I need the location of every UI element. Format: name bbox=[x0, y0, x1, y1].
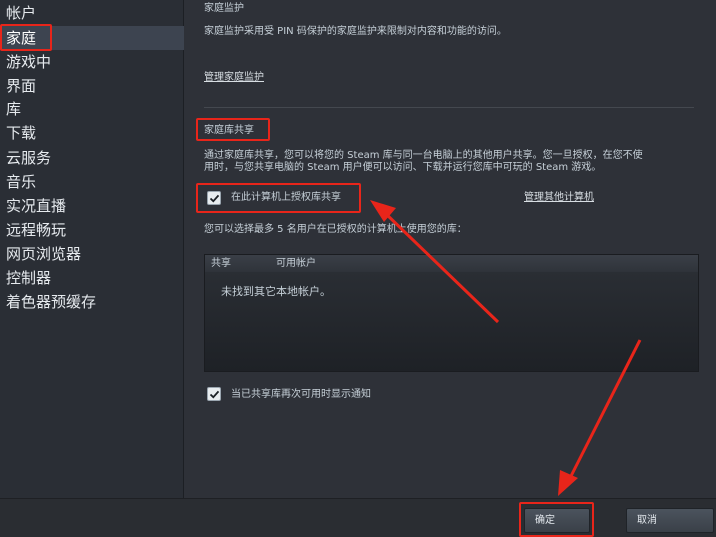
checkmark-icon bbox=[209, 390, 220, 399]
family-view-title: 家庭监护 bbox=[204, 3, 244, 14]
sidebar-item-interface[interactable]: 界面 bbox=[6, 74, 182, 98]
notify-label[interactable]: 当已共享库再次可用时显示通知 bbox=[231, 389, 371, 401]
table-header: 共享 可用帐户 bbox=[205, 255, 698, 272]
sidebar-item-downloads[interactable]: 下载 bbox=[6, 121, 182, 145]
section-divider bbox=[204, 107, 694, 108]
shared-accounts-table: 共享 可用帐户 未找到其它本地帐户。 bbox=[204, 254, 699, 372]
sidebar-item-account[interactable]: 帐户 bbox=[6, 1, 182, 25]
annotation-box-authorize bbox=[196, 183, 361, 213]
sidebar-item-shader-cache[interactable]: 着色器预缓存 bbox=[6, 290, 182, 314]
sidebar-item-broadcasting[interactable]: 实况直播 bbox=[6, 194, 182, 218]
manage-other-computers-link[interactable]: 管理其他计算机 bbox=[524, 192, 594, 204]
empty-accounts-message: 未找到其它本地帐户。 bbox=[221, 285, 331, 298]
sidebar-item-controller[interactable]: 控制器 bbox=[6, 266, 182, 290]
library-sharing-description-1: 通过家庭库共享，您可以将您的 Steam 库与同一台电脑上的其他用户共享。您一旦… bbox=[204, 150, 643, 161]
cancel-button[interactable]: 取消 bbox=[626, 508, 714, 533]
select-users-hint: 您可以选择最多 5 名用户在已授权的计算机上使用您的库： bbox=[204, 224, 467, 235]
sidebar-item-library[interactable]: 库 bbox=[6, 97, 182, 121]
sidebar-item-music[interactable]: 音乐 bbox=[6, 170, 182, 194]
manage-family-view-link[interactable]: 管理家庭监护 bbox=[204, 72, 264, 84]
annotation-box-library-sharing bbox=[196, 118, 270, 141]
dialog-footer: 确定 取消 bbox=[0, 498, 716, 537]
annotation-box-ok bbox=[519, 502, 594, 537]
column-accounts[interactable]: 可用帐户 bbox=[276, 258, 316, 270]
column-share[interactable]: 共享 bbox=[211, 258, 231, 270]
library-sharing-description-2: 用时，与您共享电脑的 Steam 用户便可以访问、下载并运行您库中可玩的 Ste… bbox=[204, 162, 602, 173]
notify-checkbox[interactable] bbox=[207, 387, 221, 401]
sidebar-item-in-game[interactable]: 游戏中 bbox=[6, 50, 182, 74]
family-settings-panel: 家庭监护 家庭监护采用受 PIN 码保护的家庭监护来限制对内容和功能的访问。 管… bbox=[185, 0, 716, 498]
annotation-box-family bbox=[0, 24, 52, 51]
sidebar-item-web-browser[interactable]: 网页浏览器 bbox=[6, 242, 182, 266]
sidebar-item-remote-play[interactable]: 远程畅玩 bbox=[6, 218, 182, 242]
settings-sidebar: 帐户 家庭 游戏中 界面 库 下载 云服务 音乐 实况直播 远程畅玩 网页浏览器… bbox=[0, 0, 184, 498]
sidebar-item-cloud[interactable]: 云服务 bbox=[6, 146, 182, 170]
family-view-description: 家庭监护采用受 PIN 码保护的家庭监护来限制对内容和功能的访问。 bbox=[204, 26, 507, 37]
